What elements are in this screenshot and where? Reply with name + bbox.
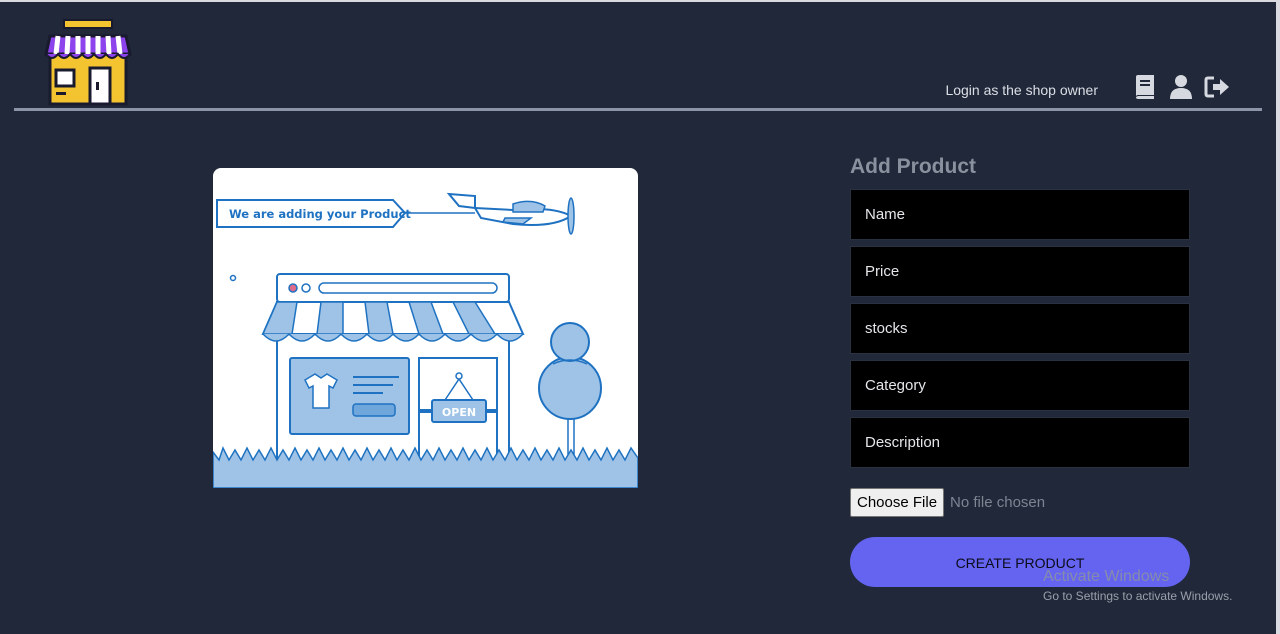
header-divider bbox=[14, 108, 1262, 111]
stocks-field[interactable]: stocks bbox=[850, 303, 1190, 354]
airplane-icon bbox=[446, 192, 575, 235]
category-field[interactable]: Category bbox=[850, 360, 1190, 411]
shop-logo-icon bbox=[44, 19, 132, 106]
price-field[interactable]: Price bbox=[850, 246, 1190, 297]
store-illustration: We are adding your Product OPEN bbox=[213, 192, 638, 488]
file-status: No file chosen bbox=[950, 494, 1046, 511]
top-nav: Login as the shop owner bbox=[945, 74, 1230, 100]
watermark-subtitle: Go to Settings to activate Windows. bbox=[1043, 589, 1233, 603]
banner-text: We are adding your Product bbox=[229, 207, 411, 221]
open-sign-text: OPEN bbox=[442, 406, 476, 419]
store-sign-bar bbox=[276, 273, 510, 303]
tree-icon bbox=[538, 322, 602, 463]
hero-illustration: We are adding your Product OPEN bbox=[213, 168, 638, 488]
user-icon[interactable] bbox=[1168, 74, 1194, 100]
shop-window bbox=[289, 357, 410, 435]
description-field[interactable]: Description bbox=[850, 417, 1190, 468]
choose-file-button[interactable]: Choose File bbox=[850, 488, 945, 517]
book-icon[interactable] bbox=[1132, 74, 1158, 100]
form-title: Add Product bbox=[850, 155, 976, 178]
window-top-edge bbox=[0, 0, 1280, 2]
sign-out-icon[interactable] bbox=[1204, 74, 1230, 100]
banner: We are adding your Product bbox=[216, 199, 475, 228]
watermark-title: Activate Windows bbox=[1043, 568, 1170, 585]
file-input: Choose File No file chosen bbox=[850, 488, 1045, 517]
activate-windows-watermark: Activate Windows Go to Settings to activ… bbox=[1043, 568, 1232, 603]
window-scrollbar-edge[interactable] bbox=[1276, 0, 1280, 634]
shop-logo[interactable] bbox=[44, 18, 132, 106]
login-shop-owner-link[interactable]: Login as the shop owner bbox=[945, 82, 1098, 98]
name-field[interactable]: Name bbox=[850, 189, 1190, 240]
shop-door: OPEN bbox=[418, 357, 498, 463]
